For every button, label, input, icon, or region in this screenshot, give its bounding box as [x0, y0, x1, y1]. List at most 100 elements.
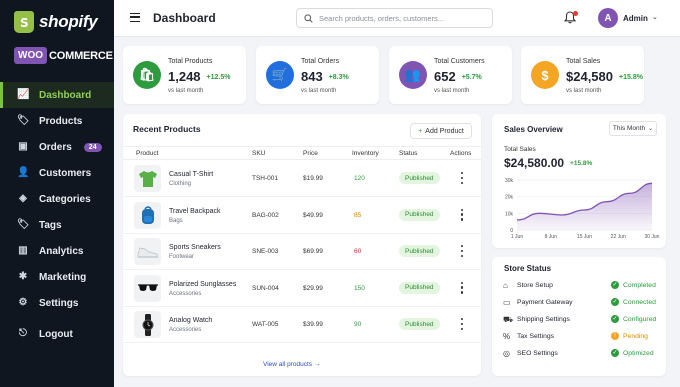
more-actions-icon[interactable] — [460, 245, 464, 257]
x-tick-label: 30 Jun — [644, 234, 659, 240]
table-row[interactable]: Travel Backpack Bags BAG-002 $49.99 85 Publis… — [123, 198, 481, 234]
product-inventory: 90 — [354, 321, 362, 328]
recent-products-card: Recent Products + Add Product Product SK… — [123, 114, 481, 376]
product-inventory: 150 — [354, 284, 365, 292]
sales-overview-card: Sales Overview This Month ⌄ Total Sales … — [492, 114, 666, 248]
more-actions-icon[interactable] — [460, 172, 464, 184]
store-status-label: Store Setup — [517, 282, 553, 289]
table-row[interactable]: Polarized Sunglasses Accessories SUN-004 $2… — [123, 271, 481, 307]
topbar: Dashboard A Admin ⌄ — [114, 0, 680, 37]
product-category: Bags — [169, 217, 183, 224]
store-status-value: ! Pending — [611, 332, 648, 340]
stat-card: $ Total Sales $24,580 +15.8% vs last month — [521, 46, 644, 104]
tax-icon: % — [503, 332, 511, 341]
truck-icon: ⛟ — [503, 315, 514, 324]
product-name[interactable]: Analog Watch — [169, 317, 212, 324]
sales-area — [517, 183, 652, 230]
sidebar-item-label: Tags — [39, 219, 62, 231]
sidebar-item-categories[interactable]: ◈ Categories — [0, 186, 114, 212]
stat-change: +12.5% — [206, 74, 231, 81]
notification-dot — [573, 11, 578, 16]
chevron-down-icon[interactable]: ⌄ — [652, 13, 658, 21]
shopping-bag-icon: 🛍 — [133, 61, 161, 89]
chart-up-icon: 📈 — [17, 89, 30, 100]
cart-icon: 🛒 — [266, 61, 294, 89]
shopify-bag-icon — [14, 11, 34, 33]
check-circle-icon: ✓ — [611, 298, 619, 306]
avatar[interactable]: A — [598, 8, 618, 28]
user-name[interactable]: Admin — [623, 14, 648, 23]
y-tick-label: 20k — [505, 195, 514, 201]
sidebar-item-products[interactable]: 🏷 Products — [0, 108, 114, 134]
store-status-label: Shipping Settings — [517, 316, 570, 323]
dollar-icon: $ — [531, 61, 559, 89]
sidebar-item-label: Settings — [39, 297, 79, 309]
store-status-label: Tax Settings — [517, 333, 555, 340]
sidebar-item-analytics[interactable]: ▥ Analytics — [0, 238, 114, 264]
recent-products-title: Recent Products — [133, 124, 201, 134]
table-row[interactable]: Sports Sneakers Footwear SNE-003 $69.99 60 Pu… — [123, 234, 481, 270]
search-input[interactable] — [319, 13, 479, 23]
sidebar-item-label: Marketing — [39, 271, 87, 283]
sidebar-item-tags[interactable]: 🏷 Tags — [0, 212, 114, 238]
logout-icon: ⎋ — [19, 328, 27, 339]
store-status-item: ◎ SEO Settings ✓ Optimized — [492, 346, 666, 363]
stat-value: 652 +5.7% — [434, 69, 482, 84]
sidebar-item-label: Analytics — [39, 245, 84, 257]
add-product-button[interactable]: + Add Product — [410, 123, 472, 139]
product-price: $49.99 — [303, 211, 323, 219]
more-actions-icon[interactable] — [460, 208, 464, 221]
stat-value: 843 +8.3% — [301, 69, 349, 84]
status-badge: Published — [399, 318, 440, 330]
stat-value: 1,248 +12.5% — [168, 69, 231, 84]
logout-button[interactable]: ⎋ Logout — [0, 321, 114, 347]
store-status-value: ✓ Connected — [611, 298, 656, 306]
stat-change: +8.3% — [328, 74, 349, 81]
sidebar-item-settings[interactable]: ⚙ Settings — [0, 290, 114, 316]
sidebar-nav: 📈 Dashboard 🏷 Products ▣ Orders 24 👤 Customers ◈ C… — [0, 82, 114, 316]
tshirt-image — [134, 165, 161, 192]
store-status-value: ✓ Optimized — [611, 349, 654, 357]
sidebar-item-marketing[interactable]: ✱ Marketing — [0, 264, 114, 290]
notifications-button[interactable] — [563, 11, 578, 25]
product-name[interactable]: Sports Sneakers — [169, 244, 221, 251]
sidebar-item-orders[interactable]: ▣ Orders 24 — [0, 134, 114, 160]
sidebar-item-dashboard[interactable]: 📈 Dashboard — [0, 82, 114, 108]
check-circle-icon: ✓ — [611, 349, 619, 357]
check-circle-icon: ✓ — [611, 281, 619, 289]
plus-icon: + — [418, 127, 423, 135]
tags-icon: 🏷 — [17, 219, 30, 230]
product-category: Accessories — [169, 290, 202, 297]
x-tick-label: 22 Jun — [611, 234, 626, 240]
more-actions-icon[interactable] — [460, 281, 464, 294]
view-all-products-link[interactable]: View all products → — [263, 361, 320, 368]
store-status-label: Payment Gateway — [517, 299, 573, 306]
stat-card: 🛒 Total Orders 843 +8.3% vs last month — [256, 46, 379, 104]
product-price: $19.99 — [303, 175, 323, 182]
status-badge: Published — [399, 172, 440, 184]
stat-label: Total Customers — [434, 58, 485, 65]
users-icon: 👥 — [399, 61, 427, 89]
search-icon — [304, 13, 313, 23]
table-row[interactable]: Casual T-Shirt Clothing TSH-001 $19.99 120 Pu… — [123, 161, 481, 197]
globe-icon: ◎ — [503, 349, 510, 358]
store-status-title: Store Status — [504, 264, 552, 273]
product-name[interactable]: Polarized Sunglasses — [169, 281, 236, 288]
column-header: Price — [303, 150, 318, 157]
table-row[interactable]: Analog Watch Accessories WAT-005 $39.99 90 Pu… — [123, 307, 481, 343]
sidebar: shopify WOO COMMERCE 📈 Dashboard 🏷 Products… — [0, 0, 114, 387]
table-header: Product SKU Price Inventory Status Actio… — [123, 146, 481, 160]
sales-chart: 010k20k30k1 Jun 8 Jun 15 Jun 22 Jun 30 Jun — [505, 178, 660, 240]
sidebar-item-label: Products — [39, 115, 83, 127]
store-icon: ⌂ — [503, 281, 508, 290]
column-header: Status — [399, 150, 418, 157]
stat-subtext: vs last month — [168, 88, 204, 94]
sidebar-item-customers[interactable]: 👤 Customers — [0, 160, 114, 186]
product-name[interactable]: Casual T-Shirt — [169, 171, 213, 178]
product-name[interactable]: Travel Backpack — [169, 208, 220, 215]
search-box[interactable] — [296, 8, 493, 28]
stat-change: +5.7% — [461, 74, 482, 81]
menu-icon[interactable] — [130, 13, 140, 22]
more-actions-icon[interactable] — [460, 318, 464, 330]
product-inventory: 85 — [354, 211, 362, 219]
